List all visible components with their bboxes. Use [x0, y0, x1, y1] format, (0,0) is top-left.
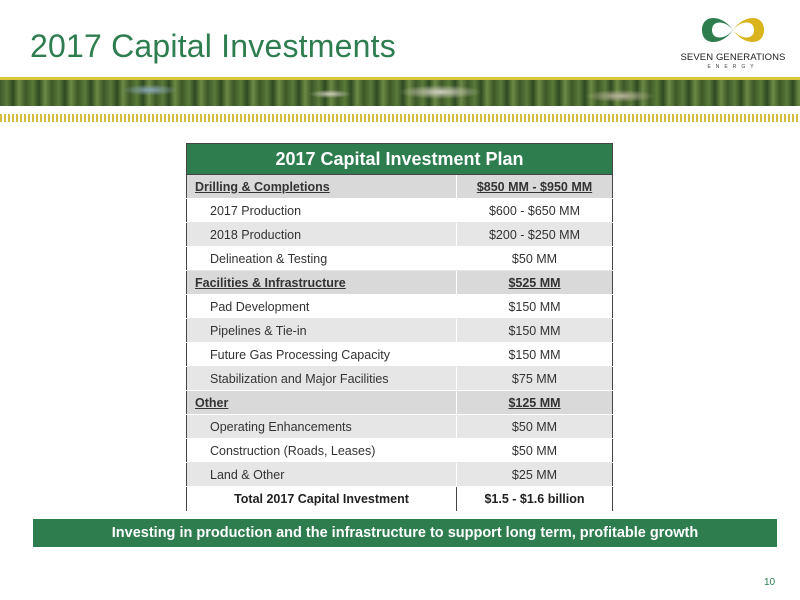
summary-banner: Investing in production and the infrastr… [33, 519, 777, 547]
row-value: $850 MM - $950 MM [456, 174, 613, 199]
header-landscape-image [0, 80, 800, 106]
logo-company-name: SEVEN GENERATIONS [680, 52, 786, 63]
table-row: Delineation & Testing $50 MM [186, 246, 613, 271]
row-label: 2017 Production [186, 198, 457, 223]
table-total-row: Total 2017 Capital Investment $1.5 - $1.… [186, 486, 613, 512]
table-row-category: Other $125 MM [186, 390, 613, 415]
row-value: $150 MM [456, 318, 613, 343]
row-value: $525 MM [456, 270, 613, 295]
table-row: 2018 Production $200 - $250 MM [186, 222, 613, 247]
row-label: Pipelines & Tie-in [186, 318, 457, 343]
table-row: Stabilization and Major Facilities $75 M… [186, 366, 613, 391]
table-row: Construction (Roads, Leases) $50 MM [186, 438, 613, 463]
row-value: $50 MM [456, 414, 613, 439]
logo-company-subtitle: ENERGY [707, 64, 759, 70]
slide-title: 2017 Capital Investments [30, 28, 396, 64]
row-label: Stabilization and Major Facilities [186, 366, 457, 391]
table-row: Future Gas Processing Capacity $150 MM [186, 342, 613, 367]
row-value: $600 - $650 MM [456, 198, 613, 223]
row-label: Drilling & Completions [186, 174, 457, 199]
page-number: 10 [764, 577, 776, 588]
row-label: Operating Enhancements [186, 414, 457, 439]
row-label: Delineation & Testing [186, 246, 457, 271]
row-value: $50 MM [456, 246, 613, 271]
row-value: $125 MM [456, 390, 613, 415]
table-row-category: Facilities & Infrastructure $525 MM [186, 270, 613, 295]
row-label: Facilities & Infrastructure [186, 270, 457, 295]
table-row: Pad Development $150 MM [186, 294, 613, 319]
infinity-logo-icon [702, 18, 764, 42]
row-value: $150 MM [456, 342, 613, 367]
row-value: $50 MM [456, 438, 613, 463]
row-label: Other [186, 390, 457, 415]
table-row: Pipelines & Tie-in $150 MM [186, 318, 613, 343]
row-value: $75 MM [456, 366, 613, 391]
row-label: Land & Other [186, 462, 457, 487]
row-value: $200 - $250 MM [456, 222, 613, 247]
table-row-category: Drilling & Completions $850 MM - $950 MM [186, 174, 613, 199]
capital-investment-table: 2017 Capital Investment Plan Drilling & … [186, 143, 613, 512]
table-row: Land & Other $25 MM [186, 462, 613, 487]
table-row: Operating Enhancements $50 MM [186, 414, 613, 439]
row-label: Future Gas Processing Capacity [186, 342, 457, 367]
row-label: Pad Development [186, 294, 457, 319]
row-label: 2018 Production [186, 222, 457, 247]
row-label: Construction (Roads, Leases) [186, 438, 457, 463]
company-logo: SEVEN GENERATIONS ENERGY [678, 10, 788, 72]
table-row: 2017 Production $600 - $650 MM [186, 198, 613, 223]
total-value: $1.5 - $1.6 billion [456, 486, 613, 512]
row-value: $25 MM [456, 462, 613, 487]
table-header: 2017 Capital Investment Plan [186, 143, 613, 175]
dotted-divider [0, 114, 800, 122]
row-value: $150 MM [456, 294, 613, 319]
total-label: Total 2017 Capital Investment [186, 486, 457, 512]
